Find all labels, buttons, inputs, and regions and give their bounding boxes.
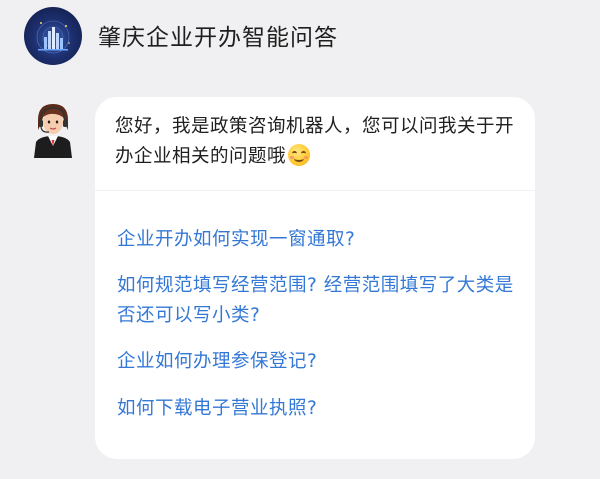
bot-greeting: 您好，我是政策咨询机器人，您可以问我关于开办企业相关的问题哦: [115, 112, 525, 172]
chat-bubble: 您好，我是政策咨询机器人，您可以问我关于开办企业相关的问题哦 企业开办如何实现一…: [95, 97, 535, 459]
smiling-face-icon: [288, 144, 311, 166]
page-title: 肇庆企业开办智能问答: [98, 25, 338, 51]
app-header: 肇庆企业开办智能问答: [0, 0, 600, 80]
city-logo-icon: [24, 7, 82, 65]
divider: [95, 190, 535, 191]
faq-question-business-scope[interactable]: 如何规范填写经营范围? 经营范围填写了大类是否还可以写小类?: [117, 271, 517, 331]
faq-question-one-window[interactable]: 企业开办如何实现一窗通取?: [117, 225, 517, 255]
faq-question-download-license[interactable]: 如何下载电子营业执照?: [117, 394, 517, 424]
customer-service-agent-icon: [28, 100, 78, 158]
faq-question-insurance-registration[interactable]: 企业如何办理参保登记?: [117, 347, 517, 377]
greeting-text: 您好，我是政策咨询机器人，您可以问我关于开办企业相关的问题哦: [115, 116, 515, 167]
